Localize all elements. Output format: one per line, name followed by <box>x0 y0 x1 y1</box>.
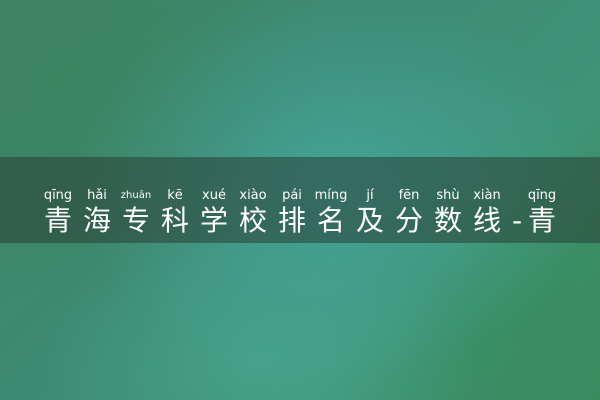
title-char: jí 及 <box>354 188 386 238</box>
title-char: kē 科 <box>159 188 191 238</box>
hanzi: 海 <box>82 204 111 237</box>
title-char: xiào 校 <box>237 188 269 238</box>
cover-image: qīng 青 hǎi 海 zhuān 专 kē 科 xué 学 xiào 校 p… <box>0 0 600 400</box>
pinyin: xué <box>202 188 226 203</box>
hanzi: 青 <box>527 204 556 237</box>
title-char: - <box>510 188 524 238</box>
hanzi: 及 <box>355 204 384 237</box>
title-char: qīng 青 <box>526 188 558 238</box>
title-char: xué 学 <box>198 188 230 238</box>
pinyin: míng <box>314 188 348 203</box>
pinyin: qīng <box>527 188 557 203</box>
hanzi: 分 <box>394 204 423 237</box>
title-char: fēn 分 <box>393 188 425 238</box>
pinyin: zhuān <box>120 190 152 201</box>
hanzi: 青 <box>43 204 72 237</box>
hanzi: - <box>511 204 523 237</box>
title-char: hǎi 海 <box>81 188 113 238</box>
hanzi: 排 <box>277 204 306 237</box>
pinyin: xiào <box>239 188 267 203</box>
hanzi: 校 <box>238 204 267 237</box>
title-char: shù 数 <box>432 188 464 238</box>
pinyin: jí <box>366 188 374 203</box>
pinyin-title: qīng 青 hǎi 海 zhuān 专 kē 科 xué 学 xiào 校 p… <box>42 178 600 238</box>
pinyin: kē <box>167 188 183 203</box>
title-char: zhuān 专 <box>120 188 152 238</box>
title-char: qīng 青 <box>42 188 74 238</box>
pinyin: shù <box>436 188 460 203</box>
pinyin: fēn <box>398 188 420 203</box>
pinyin: pái <box>282 188 302 203</box>
hanzi: 名 <box>316 204 345 237</box>
pinyin: hǎi <box>87 188 107 203</box>
hanzi: 科 <box>160 204 189 237</box>
title-char: xiàn 线 <box>471 188 503 238</box>
hanzi: 学 <box>199 204 228 237</box>
title-char: míng 名 <box>314 188 348 238</box>
hanzi: 专 <box>121 204 150 237</box>
hanzi: 数 <box>433 204 462 237</box>
pinyin: xiàn <box>473 188 501 203</box>
pinyin: qīng <box>43 188 73 203</box>
title-char: pái 排 <box>276 188 308 238</box>
hanzi: 线 <box>472 204 501 237</box>
